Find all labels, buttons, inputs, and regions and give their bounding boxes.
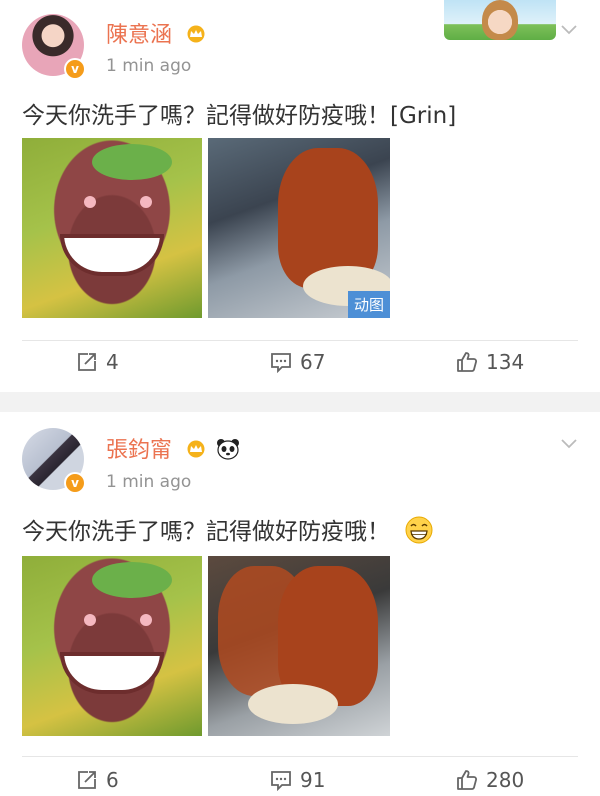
rock [248, 684, 338, 724]
leaf-crown-decoration [92, 144, 172, 180]
post-text-content: 今天你洗手了嗎？記得做好防疫哦！ [22, 519, 390, 545]
comment-icon [271, 771, 291, 791]
hippo-smile [60, 234, 164, 276]
thumbs-up-icon [457, 770, 478, 790]
leaf-crown-decoration [92, 562, 172, 598]
like-count: 280 [486, 768, 525, 792]
post-text: 今天你洗手了嗎？記得做好防疫哦！ [22, 512, 433, 546]
weibo-post: v 陳意涵 1 min ago 今天你洗手了嗎？記得做好防疫哦！[Grin] 动… [0, 0, 600, 392]
verified-badge-icon: v [64, 472, 86, 494]
repost-count: 4 [106, 350, 119, 374]
post-time: 1 min ago [106, 472, 192, 492]
post-image-orangutan-gif[interactable]: 动图 [208, 138, 390, 318]
like-count: 134 [486, 350, 525, 374]
divider [22, 756, 578, 757]
verified-badge-icon: v [64, 58, 86, 80]
repost-count: 6 [106, 768, 119, 792]
post-image-hippo[interactable] [22, 556, 202, 736]
panda-icon [217, 439, 240, 460]
author-name-text[interactable]: 陳意涵 [106, 23, 172, 48]
post-image-hippo[interactable] [22, 138, 202, 318]
gif-badge: 动图 [347, 291, 390, 318]
comment-count: 67 [300, 350, 326, 374]
chevron-down-icon[interactable] [560, 434, 578, 452]
like-button[interactable]: 280 [456, 768, 524, 792]
thumbs-up-icon [457, 352, 478, 372]
chevron-down-icon[interactable] [560, 20, 578, 38]
author-name[interactable]: 張鈞甯 [106, 432, 240, 464]
repost-button[interactable]: 4 [76, 350, 119, 374]
comment-button[interactable]: 67 [270, 350, 325, 374]
grin-emoji-icon [405, 516, 433, 544]
post-text: 今天你洗手了嗎？記得做好防疫哦！[Grin] [22, 103, 457, 129]
divider [22, 340, 578, 341]
repost-icon [78, 353, 96, 371]
profile-card-decoration [444, 0, 556, 40]
repost-icon [78, 771, 96, 789]
post-time: 1 min ago [106, 56, 192, 76]
hippo-eye [84, 614, 96, 626]
crown-icon [187, 25, 205, 43]
comment-button[interactable]: 91 [270, 768, 325, 792]
repost-button[interactable]: 6 [76, 768, 119, 792]
comment-count: 91 [300, 768, 326, 792]
hippo-smile [60, 652, 164, 694]
like-button[interactable]: 134 [456, 350, 524, 374]
author-name[interactable]: 陳意涵 [106, 17, 207, 49]
crown-icon [187, 440, 205, 458]
comment-icon [271, 353, 291, 373]
post-image-orangutan[interactable] [208, 556, 390, 736]
author-name-text[interactable]: 張鈞甯 [106, 438, 172, 463]
hippo-eye [140, 196, 152, 208]
hippo-eye [140, 614, 152, 626]
hippo-eye [84, 196, 96, 208]
weibo-post: v 張鈞甯 1 min ago 今天你洗手了嗎？記得做好防疫哦！ 6 91 28… [0, 412, 600, 796]
avatar-decoration [482, 0, 518, 40]
